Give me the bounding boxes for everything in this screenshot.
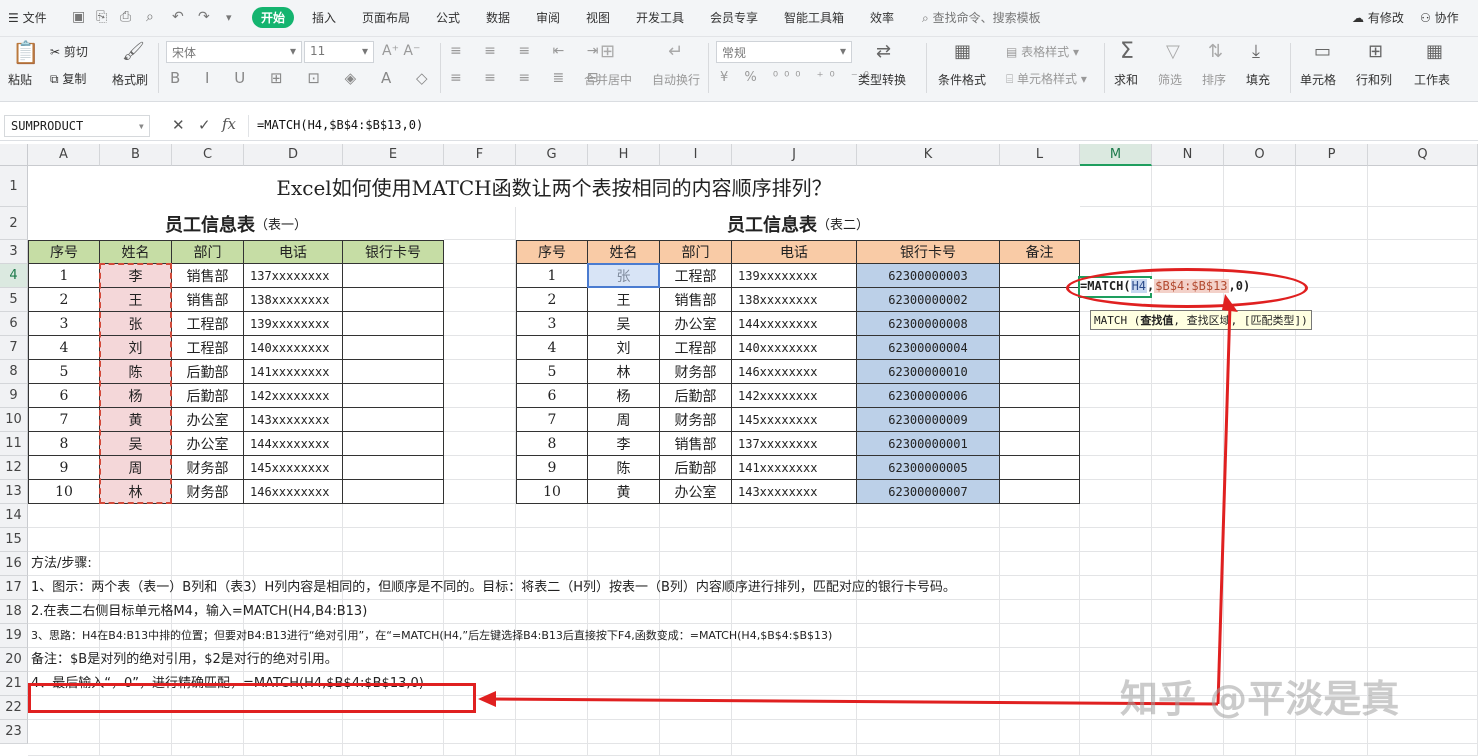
arrow-head-left <box>478 691 496 707</box>
watermark: 知乎 @平淡是真 <box>1120 677 1400 721</box>
arrow-line-horizontal <box>489 697 1219 706</box>
arrow-line-vertical <box>1216 304 1232 705</box>
annotation-arrow <box>478 294 1238 707</box>
arrow-head-up <box>1222 294 1238 312</box>
